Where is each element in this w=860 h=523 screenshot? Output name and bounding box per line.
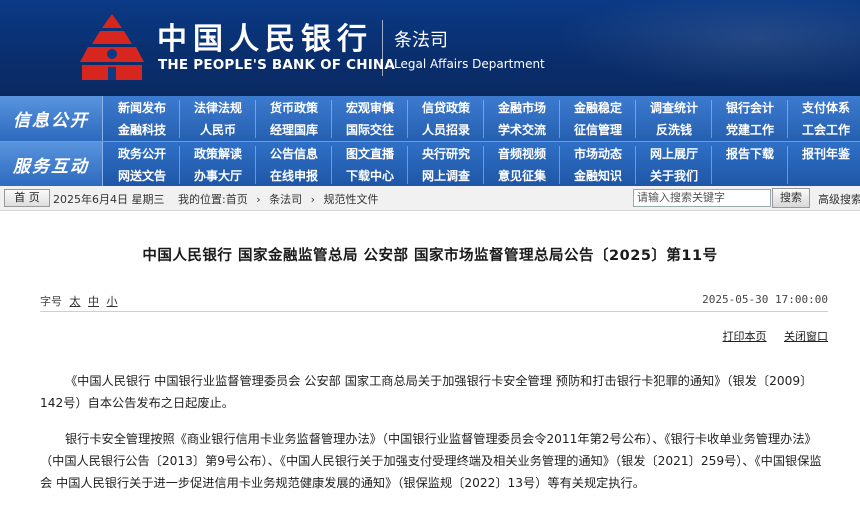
publish-time: 2025-05-30 17:00:00 [702, 293, 828, 306]
font-size-large[interactable]: 太 [70, 295, 81, 308]
nav-item[interactable]: 政务公开 [104, 143, 180, 165]
nav-item[interactable]: 意见征集 [484, 165, 560, 187]
current-date: 2025年6月4日 星期三 [53, 193, 165, 206]
header-divider [382, 20, 383, 76]
nav-item[interactable]: 金融知识 [560, 165, 636, 187]
nav-item[interactable]: 征信管理 [560, 119, 636, 141]
nav-item[interactable]: 下载中心 [332, 165, 408, 187]
breadcrumb-normative-docs[interactable]: 规范性文件 [324, 193, 379, 206]
department-name-cn: 条法司 [394, 30, 448, 51]
bank-name-cn: 中国人民银行 [157, 22, 373, 57]
nav-item[interactable]: 报告下载 [712, 143, 788, 165]
article: 中国人民银行 国家金融监管总局 公安部 国家市场监督管理总局公告〔2025〕第1… [0, 211, 860, 499]
search-button[interactable]: 搜索 [772, 188, 810, 208]
nav-item[interactable]: 人员招录 [408, 119, 484, 141]
nav-item[interactable]: 宏观审慎 [332, 97, 408, 119]
breadcrumb-legal-dept[interactable]: 条法司 [269, 193, 302, 206]
nav-item[interactable]: 信贷政策 [408, 97, 484, 119]
breadcrumb-separator: › [256, 193, 261, 206]
article-paragraph: 《中国人民银行 中国银行业监督管理委员会 公安部 国家工商总局关于加强银行卡安全… [40, 374, 813, 410]
nav-item[interactable]: 网送文告 [104, 165, 180, 187]
nav-item[interactable]: 公告信息 [256, 143, 332, 165]
nav-item[interactable]: 人民币 [180, 119, 256, 141]
print-page-link[interactable]: 打印本页 [723, 330, 767, 343]
nav-item[interactable]: 在线申报 [256, 165, 332, 187]
article-meta: 字号 太 中 小 2025-05-30 17:00:00 [40, 293, 828, 312]
main-navigation: 信息公开 新闻发布 金融科技 法律法规 人民币 货币政策 经理国库 宏观审慎 国际交往 信贷政策… [0, 96, 860, 187]
nav-row-service: 服务互动 政务公开 网送文告 政策解读 办事大厅 公告信息 在线申报 图文直播 下载中心 央行研… [0, 141, 860, 187]
nav-item[interactable]: 调查统计 [636, 97, 712, 119]
nav-item[interactable]: 音频视频 [484, 143, 560, 165]
nav-section-service[interactable]: 服务互动 [0, 142, 103, 187]
advanced-search-link[interactable]: 高级搜索 [818, 191, 860, 207]
nav-grid-service: 政务公开 网送文告 政策解读 办事大厅 公告信息 在线申报 图文直播 下载中心 央行研究 网上调查… [104, 142, 860, 187]
nav-item[interactable]: 货币政策 [256, 97, 332, 119]
header-decoration [520, 0, 860, 96]
nav-item[interactable]: 金融市场 [484, 97, 560, 119]
nav-item[interactable]: 工会工作 [788, 119, 860, 141]
nav-item[interactable]: 国际交往 [332, 119, 408, 141]
nav-item[interactable]: 法律法规 [180, 97, 256, 119]
nav-item[interactable]: 央行研究 [408, 143, 484, 165]
article-tools: 打印本页 关闭窗口 [709, 328, 829, 344]
home-button[interactable]: 首 页 [4, 189, 50, 207]
breadcrumb-separator: › [310, 193, 316, 206]
nav-section-info-public[interactable]: 信息公开 [0, 96, 103, 141]
breadcrumb-bar: 首 页 2025年6月4日 星期三 我的位置:首页 › 条法司 › 规范性文件 … [0, 186, 860, 211]
close-window-link[interactable]: 关闭窗口 [784, 330, 828, 343]
nav-item[interactable]: 新闻发布 [104, 97, 180, 119]
nav-item[interactable]: 支付体系 [788, 97, 860, 119]
nav-item[interactable]: 经理国库 [256, 119, 332, 141]
department-name-en: Legal Affairs Department [394, 57, 545, 71]
nav-item[interactable]: 关于我们 [636, 165, 712, 187]
font-size-controls: 字号 太 中 小 [40, 293, 118, 309]
nav-item[interactable]: 办事大厅 [180, 165, 256, 187]
nav-item[interactable]: 市场动态 [560, 143, 636, 165]
nav-item[interactable]: 报刊年鉴 [788, 143, 860, 165]
nav-item[interactable]: 金融稳定 [560, 97, 636, 119]
search-input[interactable]: 请输入搜索关键字 [633, 189, 771, 207]
nav-item[interactable]: 金融科技 [104, 119, 180, 141]
nav-row-info: 信息公开 新闻发布 金融科技 法律法规 人民币 货币政策 经理国库 宏观审慎 国际交往 信贷政策… [0, 96, 860, 141]
nav-grid-info: 新闻发布 金融科技 法律法规 人民币 货币政策 经理国库 宏观审慎 国际交往 信贷政策 人员招录金… [104, 96, 860, 141]
breadcrumb: 我的位置:首页 › 条法司 › 规范性文件 [178, 191, 384, 207]
font-size-medium[interactable]: 中 [88, 295, 99, 308]
font-size-small[interactable]: 小 [107, 295, 118, 308]
site-header: 中国人民银行 THE PEOPLE'S BANK OF CHINA 条法司 Le… [0, 0, 860, 96]
nav-item[interactable]: 网上展厅 [636, 143, 712, 165]
article-paragraph: 银行卡安全管理按照《商业银行信用卡业务监督管理办法》（中国银行业监督管理委员会令… [40, 432, 822, 490]
bank-name-en: THE PEOPLE'S BANK OF CHINA [158, 57, 396, 73]
nav-item[interactable]: 银行会计 [712, 97, 788, 119]
nav-item[interactable]: 政策解读 [180, 143, 256, 165]
nav-item[interactable]: 网上调查 [408, 165, 484, 187]
nav-item[interactable]: 图文直播 [332, 143, 408, 165]
breadcrumb-home[interactable]: 我的位置:首页 [178, 193, 248, 206]
pboc-emblem-icon [80, 14, 144, 80]
nav-item[interactable]: 党建工作 [712, 119, 788, 141]
nav-item[interactable]: 反洗钱 [636, 119, 712, 141]
font-size-label: 字号 [40, 295, 62, 308]
nav-item[interactable]: 学术交流 [484, 119, 560, 141]
article-title: 中国人民银行 国家金融监管总局 公安部 国家市场监督管理总局公告〔2025〕第1… [142, 248, 718, 264]
